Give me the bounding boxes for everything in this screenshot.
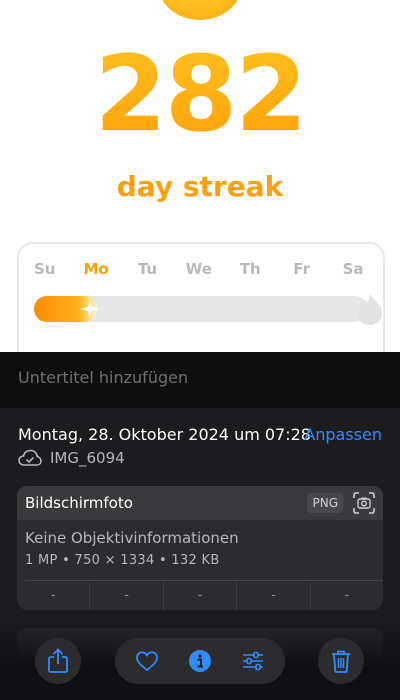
flame-icon [358,294,382,325]
streak-count: 282 [0,34,400,154]
weekday-row: Su Mo Tu We Th Fr Sa [19,260,383,278]
spark-icon [80,299,101,319]
metadata-card-header: Bildschirmfoto PNG [17,486,383,520]
bottom-toolbar [0,620,400,700]
caption-field[interactable]: Untertitel hinzufügen [0,352,400,408]
file-name-row: IMG_6094 [18,449,125,467]
heart-icon[interactable] [135,649,159,673]
divider [25,580,383,581]
metadata-card: Bildschirmfoto PNG Keine Objektivinforma… [17,486,383,610]
media-type-title: Bildschirmfoto [25,494,133,512]
sun-illustration [158,0,242,20]
capture-date: Montag, 28. Oktober 2024 um 07:28 [18,425,311,444]
adjust-icon[interactable] [241,649,265,673]
exif-value: - [237,582,311,610]
caption-placeholder: Untertitel hinzufügen [18,368,189,387]
exif-value: - [90,582,164,610]
streak-screen: 282 day streak Su Mo Tu We Th Fr Sa [0,0,400,386]
weekday-label: We [185,260,212,278]
share-icon [48,648,68,673]
file-name: IMG_6094 [50,449,125,467]
share-button[interactable] [35,638,81,684]
icloud-check-icon [18,449,42,466]
trash-icon [332,650,350,673]
weekday-label: Sa [342,260,364,278]
delete-button[interactable] [318,638,364,684]
streak-label: day streak [116,170,284,203]
weekday-label: Th [239,260,261,278]
weekday-label-active: Mo [83,260,109,278]
format-badge: PNG [307,493,343,513]
weekday-label: Su [33,260,56,278]
adjust-date-button[interactable]: Anpassen [304,425,382,444]
exif-value: - [17,582,91,610]
exif-row: - - - - - [17,582,383,610]
visual-lookup-icon[interactable] [353,492,375,514]
weekday-label: Fr [293,260,310,278]
weekday-label: Tu [137,260,158,278]
exif-value: - [164,582,238,610]
week-progress-track [34,294,382,325]
exif-value: - [344,588,350,603]
info-icon[interactable] [188,649,212,673]
lens-info: Keine Objektivinformationen [25,529,239,547]
action-pill [115,638,285,684]
image-specs: 1 MP • 750 × 1334 • 132 KB [25,553,220,568]
